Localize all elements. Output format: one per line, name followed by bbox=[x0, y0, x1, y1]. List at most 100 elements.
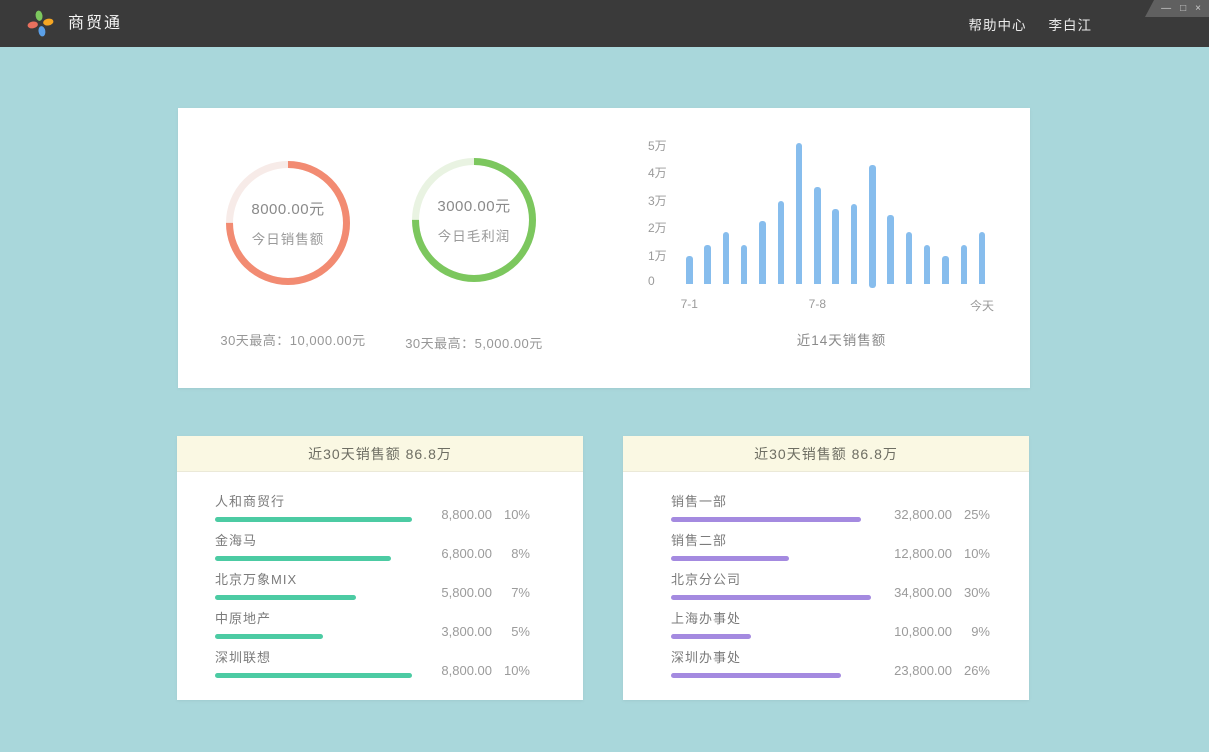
row-percent: 7% bbox=[492, 585, 530, 600]
bar-chart-title: 近14天销售额 bbox=[686, 329, 997, 349]
user-name[interactable]: 李白江 bbox=[1049, 14, 1093, 34]
y-axis-tick: 0 bbox=[648, 274, 678, 288]
y-axis-tick: 5万 bbox=[648, 137, 678, 154]
row-amount: 3,800.00 bbox=[420, 624, 492, 639]
row-amount: 8,800.00 bbox=[420, 663, 492, 678]
row-bar bbox=[215, 517, 412, 522]
today-sales-value: 8000.00元 bbox=[251, 198, 324, 219]
list-item: 中原地产 3,800.00 5% bbox=[177, 600, 583, 639]
row-label: 人和商贸行 bbox=[215, 491, 420, 510]
row-percent: 10% bbox=[492, 507, 530, 522]
row-bar bbox=[671, 517, 861, 522]
bar bbox=[906, 232, 913, 284]
bar bbox=[723, 232, 730, 284]
bar bbox=[942, 256, 949, 284]
row-percent: 9% bbox=[952, 624, 990, 639]
row-amount: 32,800.00 bbox=[880, 507, 952, 522]
today-profit-label: 今日毛利润 bbox=[438, 225, 511, 245]
row-percent: 10% bbox=[952, 546, 990, 561]
titlebar: 商贸通 帮助中心 李白江 — □ × bbox=[0, 0, 1209, 47]
row-label: 北京万象MIX bbox=[215, 569, 420, 588]
row-bar bbox=[671, 595, 871, 600]
list-item: 北京万象MIX 5,800.00 7% bbox=[177, 561, 583, 600]
bar bbox=[832, 209, 839, 284]
row-percent: 26% bbox=[952, 663, 990, 678]
titlebar-nav: 帮助中心 李白江 bbox=[969, 0, 1093, 47]
x-axis-tick: 7-8 bbox=[792, 297, 842, 311]
row-label: 深圳办事处 bbox=[671, 647, 880, 666]
row-amount: 6,800.00 bbox=[420, 546, 492, 561]
y-axis-tick: 1万 bbox=[648, 247, 678, 264]
close-button[interactable]: × bbox=[1195, 1, 1201, 16]
list-item: 上海办事处 10,800.00 9% bbox=[623, 600, 1029, 639]
row-bar bbox=[215, 673, 412, 678]
bar bbox=[961, 245, 968, 284]
row-bar bbox=[215, 556, 391, 561]
list-item: 深圳联想 8,800.00 10% bbox=[177, 639, 583, 678]
y-axis-tick: 2万 bbox=[648, 219, 678, 236]
bar-chart-bars bbox=[686, 144, 997, 284]
bar bbox=[778, 201, 785, 284]
bar bbox=[869, 165, 876, 288]
app-title: 商贸通 bbox=[68, 0, 122, 47]
bar bbox=[796, 143, 803, 284]
x-axis-tick: 今天 bbox=[957, 297, 1007, 314]
today-sales-donut: 8000.00元 今日销售额 bbox=[226, 161, 350, 285]
row-label: 销售二部 bbox=[671, 530, 880, 549]
row-amount: 12,800.00 bbox=[880, 546, 952, 561]
row-bar bbox=[215, 634, 323, 639]
minimize-button[interactable]: — bbox=[1161, 1, 1171, 16]
y-axis-tick: 4万 bbox=[648, 164, 678, 181]
bar bbox=[924, 245, 931, 284]
bar bbox=[741, 245, 748, 284]
row-bar bbox=[215, 595, 356, 600]
row-bar bbox=[671, 673, 841, 678]
row-percent: 30% bbox=[952, 585, 990, 600]
row-percent: 25% bbox=[952, 507, 990, 522]
today-sales-label: 今日销售额 bbox=[252, 228, 325, 248]
row-amount: 8,800.00 bbox=[420, 507, 492, 522]
maximize-button[interactable]: □ bbox=[1180, 1, 1186, 16]
list-item: 销售一部 32,800.00 25% bbox=[623, 483, 1029, 522]
bar-chart-xticks: 7-17-8今天 bbox=[686, 297, 997, 313]
app-logo-icon bbox=[27, 10, 54, 37]
sales-by-department-card: 近30天销售额 86.8万 销售一部 32,800.00 25% 销售二部 12… bbox=[623, 436, 1029, 700]
row-label: 销售一部 bbox=[671, 491, 880, 510]
profit-30d-max: 30天最高：5,000.00元 bbox=[364, 333, 584, 352]
x-axis-tick: 7-1 bbox=[664, 297, 714, 311]
y-axis-tick: 3万 bbox=[648, 192, 678, 209]
bar bbox=[704, 245, 711, 284]
list-item: 销售二部 12,800.00 10% bbox=[623, 522, 1029, 561]
list-item: 深圳办事处 23,800.00 26% bbox=[623, 639, 1029, 678]
row-label: 深圳联想 bbox=[215, 647, 420, 666]
list-item: 人和商贸行 8,800.00 10% bbox=[177, 483, 583, 522]
row-amount: 34,800.00 bbox=[880, 585, 952, 600]
row-amount: 5,800.00 bbox=[420, 585, 492, 600]
row-label: 金海马 bbox=[215, 530, 420, 549]
row-label: 北京分公司 bbox=[671, 569, 880, 588]
row-amount: 10,800.00 bbox=[880, 624, 952, 639]
row-label: 中原地产 bbox=[215, 608, 420, 627]
bar bbox=[686, 256, 693, 284]
overview-card: 8000.00元 今日销售额 30天最高：10,000.00元 3000.00元… bbox=[178, 108, 1030, 388]
today-profit-value: 3000.00元 bbox=[437, 195, 510, 216]
row-bar bbox=[671, 556, 789, 561]
card-title: 近30天销售额 86.8万 bbox=[623, 436, 1029, 472]
bar bbox=[759, 221, 766, 284]
bar bbox=[979, 232, 986, 284]
row-percent: 8% bbox=[492, 546, 530, 561]
row-amount: 23,800.00 bbox=[880, 663, 952, 678]
row-percent: 10% bbox=[492, 663, 530, 678]
list-item: 北京分公司 34,800.00 30% bbox=[623, 561, 1029, 600]
help-center-link[interactable]: 帮助中心 bbox=[969, 14, 1027, 34]
today-profit-donut: 3000.00元 今日毛利润 bbox=[412, 158, 536, 282]
row-bar bbox=[671, 634, 751, 639]
bar bbox=[814, 187, 821, 284]
sales-by-customer-card: 近30天销售额 86.8万 人和商贸行 8,800.00 10% 金海马 6,8… bbox=[177, 436, 583, 700]
list-item: 金海马 6,800.00 8% bbox=[177, 522, 583, 561]
bar bbox=[887, 215, 894, 284]
bar bbox=[851, 204, 858, 284]
card-title: 近30天销售额 86.8万 bbox=[177, 436, 583, 472]
row-percent: 5% bbox=[492, 624, 530, 639]
row-label: 上海办事处 bbox=[671, 608, 880, 627]
